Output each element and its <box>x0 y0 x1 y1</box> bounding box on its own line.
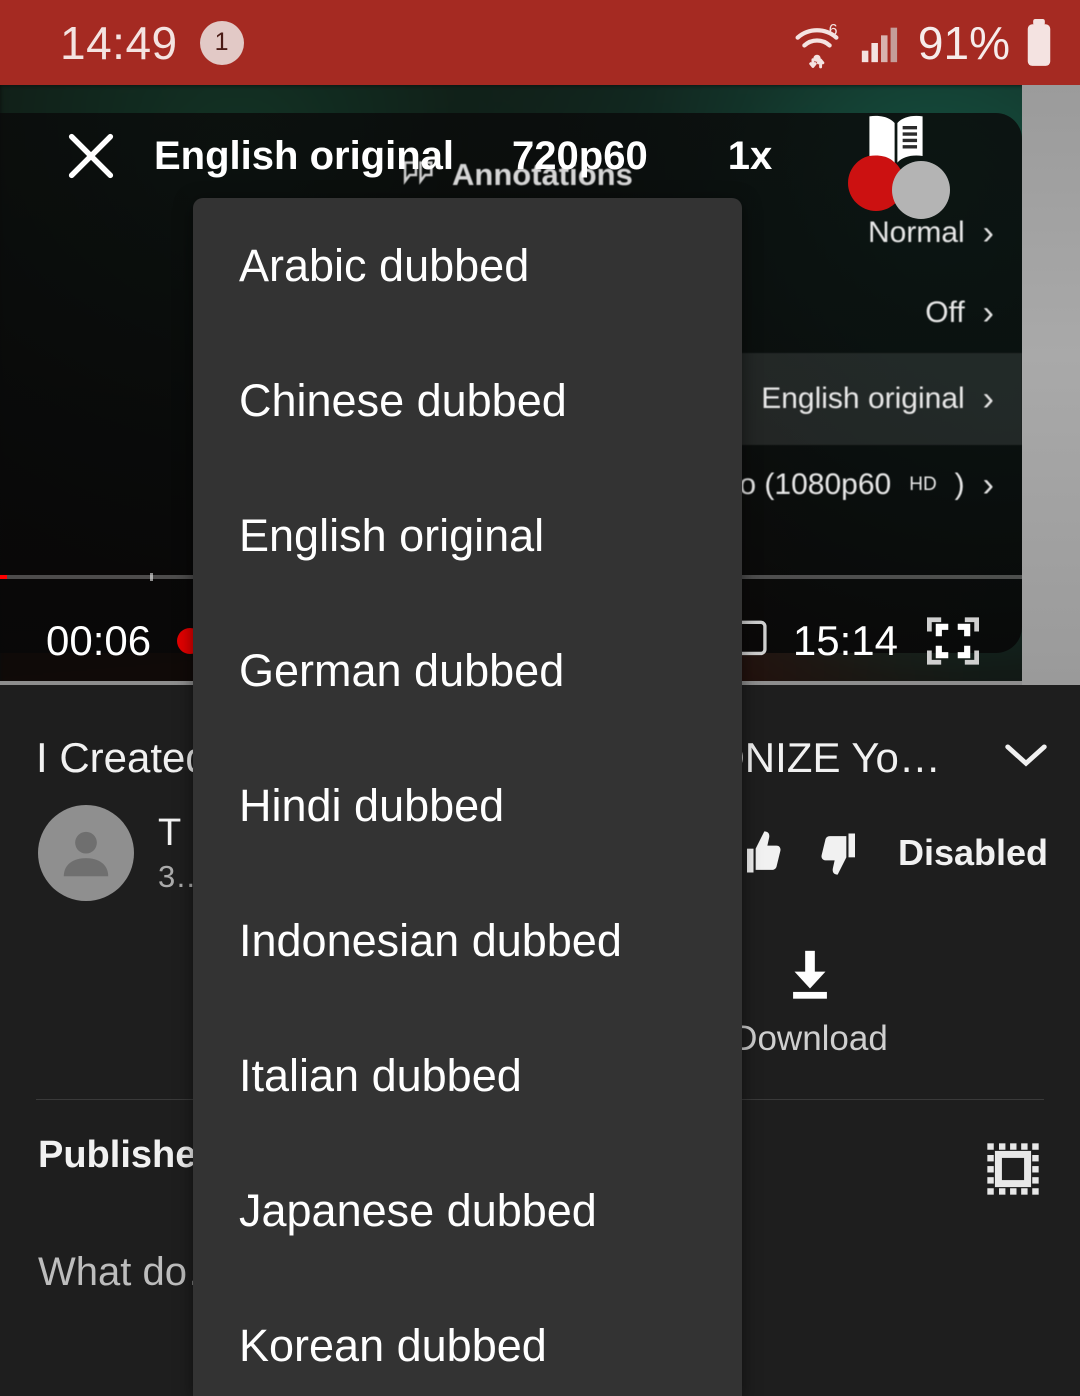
player-top-controls: English original 720p60 1x <box>0 109 1022 219</box>
chevron-down-icon[interactable] <box>1004 741 1048 771</box>
dropdown-item-indonesian[interactable]: Indonesian dubbed <box>193 873 742 1008</box>
resolution-button[interactable]: 720p60 <box>512 134 648 179</box>
chevron-right-icon: › <box>982 379 994 418</box>
status-bar-right: 6 91% <box>790 16 1054 70</box>
dropdown-item-german[interactable]: German dubbed <box>193 603 742 738</box>
notification-count-badge: 1 <box>199 20 244 65</box>
progress-played <box>0 575 7 579</box>
total-time: 15:14 <box>792 617 898 664</box>
dropdown-item-korean[interactable]: Korean dubbed <box>193 1278 742 1396</box>
dislike-state-label: Disabled <box>897 832 1048 874</box>
dropdown-item-chinese[interactable]: Chinese dubbed <box>193 333 742 468</box>
settings-quality-suffix: ) <box>954 468 965 501</box>
audio-track-dropdown-menu[interactable]: Arabic dubbed Chinese dubbed English ori… <box>193 198 742 1396</box>
dropdown-item-arabic[interactable]: Arabic dubbed <box>193 198 742 333</box>
status-bar-left: 14:49 1 <box>60 16 244 70</box>
status-bar: 14:49 1 6 91% <box>0 0 1080 85</box>
fullscreen-icon[interactable] <box>924 615 982 667</box>
current-time: 00:06 <box>46 617 152 664</box>
chevron-right-icon: › <box>982 465 994 504</box>
progress-chapter-marker <box>150 573 153 581</box>
dropdown-item-japanese[interactable]: Japanese dubbed <box>193 1143 742 1278</box>
dropdown-item-italian[interactable]: Italian dubbed <box>193 1008 742 1143</box>
audio-track-button[interactable]: English original <box>154 134 454 179</box>
settings-captions-value: Off <box>925 296 965 329</box>
clock: 14:49 <box>60 16 178 69</box>
settings-quality-hd-badge: HD <box>909 474 937 495</box>
battery-percent: 91% <box>917 16 1010 69</box>
close-button[interactable] <box>62 127 132 185</box>
thumbs-down-icon[interactable] <box>816 827 868 879</box>
player-right-edge-strip <box>1022 85 1080 685</box>
download-icon <box>781 947 839 1003</box>
dropdown-item-english[interactable]: English original <box>193 468 742 603</box>
chip-icon[interactable] <box>978 1134 1048 1204</box>
phone-screen: 14:49 1 6 91% Annotations Normal › Off ›… <box>0 0 1080 1396</box>
captions-book-button[interactable] <box>846 109 951 219</box>
chevron-right-icon: › <box>982 293 994 332</box>
svg-text:6: 6 <box>829 21 838 38</box>
dropdown-item-hindi[interactable]: Hindi dubbed <box>193 738 742 873</box>
avatar[interactable] <box>38 805 134 902</box>
settings-speed-value: Normal <box>867 216 965 249</box>
book-icon <box>860 109 932 173</box>
download-label: Download <box>732 1019 888 1059</box>
settings-audio-value: English original <box>761 382 965 415</box>
chevron-right-icon: › <box>982 213 994 252</box>
playback-speed-button[interactable]: 1x <box>728 134 773 179</box>
cellular-signal-icon <box>858 20 904 66</box>
battery-icon <box>1024 18 1054 68</box>
wifi-icon: 6 <box>790 16 844 70</box>
